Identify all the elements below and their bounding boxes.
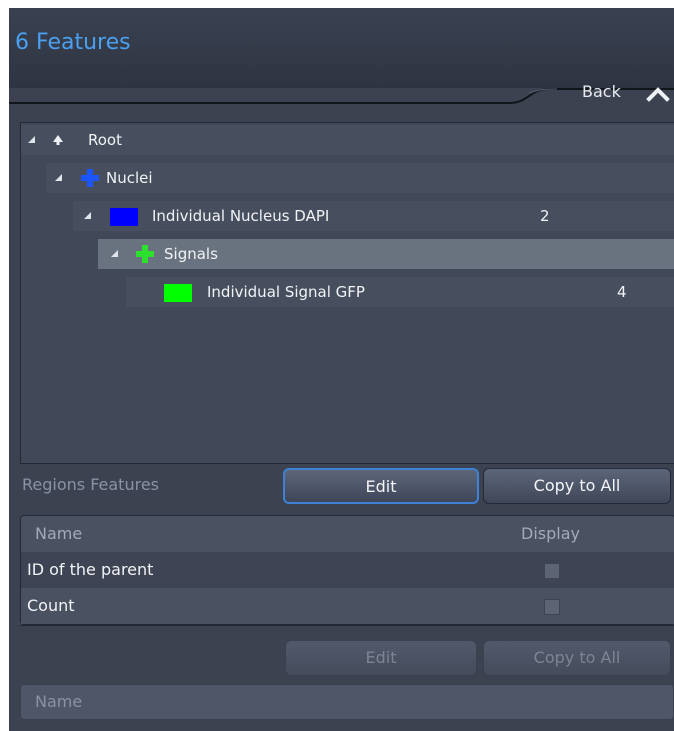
section-divider bbox=[20, 625, 674, 626]
panel-title: 6 Features bbox=[15, 30, 131, 55]
object-tree: Root Nuclei Individual Nucleus DAPI 2 Si… bbox=[20, 122, 674, 464]
row-name: ID of the parent bbox=[27, 560, 154, 579]
copy-to-all-button[interactable]: Copy to All bbox=[483, 468, 671, 504]
column-header-display[interactable]: Display bbox=[521, 516, 580, 552]
display-checkbox[interactable] bbox=[544, 599, 560, 615]
copy-to-all-button-disabled[interactable]: Copy to All bbox=[483, 640, 671, 676]
expand-icon[interactable] bbox=[28, 136, 35, 143]
display-checkbox[interactable] bbox=[544, 563, 560, 579]
column-header-name[interactable]: Name bbox=[35, 516, 82, 552]
back-button[interactable]: Back bbox=[582, 82, 621, 101]
panel-header: 6 Features bbox=[9, 8, 674, 88]
regions-features-label: Regions Features bbox=[22, 475, 159, 494]
tree-label: Individual Signal GFP bbox=[207, 283, 365, 301]
tab-outline bbox=[9, 88, 674, 104]
tree-value: 2 bbox=[540, 207, 550, 225]
edit-button-disabled[interactable]: Edit bbox=[285, 640, 477, 676]
color-swatch-green bbox=[164, 284, 192, 302]
name-header-field: Name bbox=[20, 684, 674, 720]
tree-row-individual-signal[interactable]: Individual Signal GFP 4 bbox=[126, 277, 674, 307]
expand-icon[interactable] bbox=[55, 174, 62, 181]
tree-value: 4 bbox=[617, 283, 627, 301]
color-swatch-blue bbox=[110, 208, 138, 226]
tree-row-root[interactable]: Root bbox=[21, 125, 674, 155]
up-arrow-icon bbox=[53, 135, 63, 145]
table-row[interactable]: Count bbox=[21, 588, 674, 624]
row-name: Count bbox=[27, 596, 75, 615]
tree-label: Nuclei bbox=[106, 169, 153, 187]
features-table: Name Display ID of the parent Count bbox=[20, 515, 674, 625]
features-panel: 6 Features Back Root Nuclei Individual N… bbox=[9, 8, 674, 731]
plus-icon bbox=[81, 169, 99, 187]
back-tab[interactable] bbox=[9, 87, 674, 127]
plus-icon bbox=[136, 245, 154, 263]
tree-row-nuclei[interactable]: Nuclei bbox=[46, 163, 674, 193]
tree-label: Root bbox=[88, 131, 122, 149]
edit-button[interactable]: Edit bbox=[283, 468, 479, 504]
tree-label: Signals bbox=[164, 245, 218, 263]
expand-icon[interactable] bbox=[84, 212, 91, 219]
expand-icon[interactable] bbox=[111, 250, 118, 257]
chevron-up-icon[interactable] bbox=[645, 84, 671, 104]
tree-row-individual-nucleus[interactable]: Individual Nucleus DAPI 2 bbox=[73, 201, 674, 231]
table-row[interactable]: ID of the parent bbox=[21, 552, 674, 588]
tree-label: Individual Nucleus DAPI bbox=[152, 207, 330, 225]
tree-row-signals[interactable]: Signals bbox=[98, 239, 674, 269]
